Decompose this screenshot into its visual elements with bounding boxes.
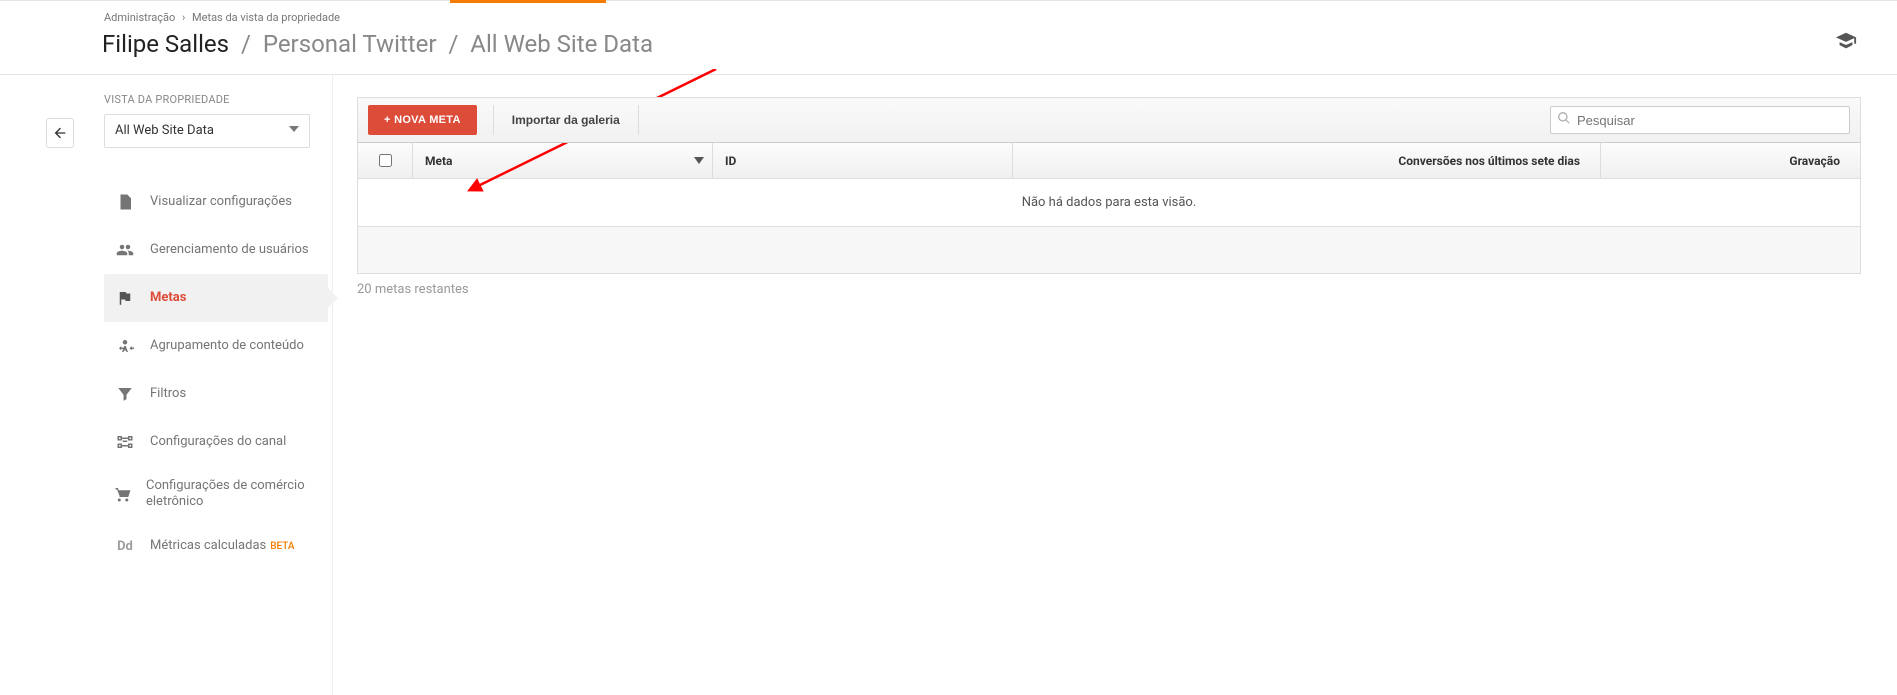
search-icon [1557, 111, 1577, 129]
table-footer [358, 227, 1860, 273]
dd-icon: Dd [114, 539, 136, 554]
sidebar-section-label: VISTA DA PROPRIEDADE [104, 93, 332, 106]
col-header-recording[interactable]: Gravação [1600, 143, 1860, 178]
sidebar-item-label: Visualizar configurações [150, 194, 292, 210]
sidebar: VISTA DA PROPRIEDADE All Web Site Data V… [0, 75, 333, 695]
sort-desc-icon [694, 154, 712, 168]
sidebar-item-label: Configurações de comércio eletrônico [146, 478, 318, 511]
header: Administração › Metas da vista da propri… [0, 0, 1897, 75]
education-icon[interactable] [1835, 30, 1857, 58]
breadcrumb: Administração › Metas da vista da propri… [104, 11, 1897, 24]
sidebar-item-label: Gerenciamento de usuários [150, 242, 309, 258]
goals-table: Meta ID Conversões nos últimos sete dias… [357, 143, 1861, 274]
sidebar-item-user-management[interactable]: Gerenciamento de usuários [104, 226, 328, 274]
sidebar-item-label: Filtros [150, 386, 186, 402]
flag-icon [114, 289, 136, 307]
beta-badge: BETA [270, 541, 294, 552]
import-gallery-button[interactable]: Importar da galeria [493, 105, 639, 135]
sidebar-item-label: Metas [150, 290, 186, 306]
sidebar-item-calculated-metrics[interactable]: Dd Métricas calculadasBETA [104, 522, 328, 570]
main-content: + NOVA META Importar da galeria Meta [333, 75, 1897, 297]
col-header-meta[interactable]: Meta [412, 143, 712, 178]
view-selector[interactable]: All Web Site Data [104, 114, 310, 148]
channels-icon [114, 433, 136, 451]
cart-icon [114, 485, 132, 503]
goals-remaining: 20 metas restantes [357, 282, 1861, 297]
select-all-cell [358, 154, 412, 167]
action-bar: + NOVA META Importar da galeria [357, 97, 1861, 143]
sidebar-item-ecommerce-settings[interactable]: Configurações de comércio eletrônico [104, 466, 328, 522]
sidebar-list: Visualizar configurações Gerenciamento d… [104, 178, 332, 570]
sidebar-item-label: Agrupamento de conteúdo [150, 338, 304, 354]
document-icon [114, 193, 136, 211]
col-header-id[interactable]: ID [712, 143, 1012, 178]
sidebar-item-channel-settings[interactable]: Configurações do canal [104, 418, 328, 466]
breadcrumb-current: Metas da vista da propriedade [192, 11, 340, 24]
sidebar-item-label: Métricas calculadasBETA [150, 538, 295, 554]
select-all-checkbox[interactable] [379, 154, 392, 167]
sidebar-item-goals[interactable]: Metas [104, 274, 328, 322]
breadcrumb-root[interactable]: Administração [104, 11, 175, 24]
sidebar-item-filters[interactable]: Filtros [104, 370, 328, 418]
page-title: Filipe Salles / Personal Twitter / All W… [102, 30, 1897, 58]
title-sep: / [241, 30, 251, 58]
breadcrumb-separator: › [182, 11, 185, 24]
table-empty-message: Não há dados para esta visão. [358, 179, 1860, 227]
title-property[interactable]: Personal Twitter [263, 30, 437, 58]
sidebar-item-label: Configurações do canal [150, 434, 286, 450]
users-icon [114, 241, 136, 259]
funnel-icon [114, 385, 136, 403]
col-header-conversions[interactable]: Conversões nos últimos sete dias [1012, 143, 1600, 178]
search-input[interactable] [1577, 113, 1843, 128]
title-account[interactable]: Filipe Salles [102, 30, 229, 58]
search-box[interactable] [1550, 106, 1850, 134]
title-sep: / [448, 30, 458, 58]
col-header-label: Conversões nos últimos sete dias [1398, 154, 1580, 168]
sidebar-item-view-settings[interactable]: Visualizar configurações [104, 178, 328, 226]
caret-down-icon [289, 114, 299, 148]
view-selector-value: All Web Site Data [115, 114, 214, 148]
col-header-label: Meta [425, 154, 452, 168]
col-header-label: ID [725, 154, 736, 168]
new-goal-button[interactable]: + NOVA META [368, 105, 477, 135]
tab-indicator [450, 0, 606, 3]
sidebar-item-content-grouping[interactable]: Agrupamento de conteúdo [104, 322, 328, 370]
table-header: Meta ID Conversões nos últimos sete dias… [358, 143, 1860, 179]
title-view[interactable]: All Web Site Data [470, 30, 653, 58]
person-arrows-icon [114, 337, 136, 355]
col-header-label: Gravação [1789, 154, 1840, 168]
